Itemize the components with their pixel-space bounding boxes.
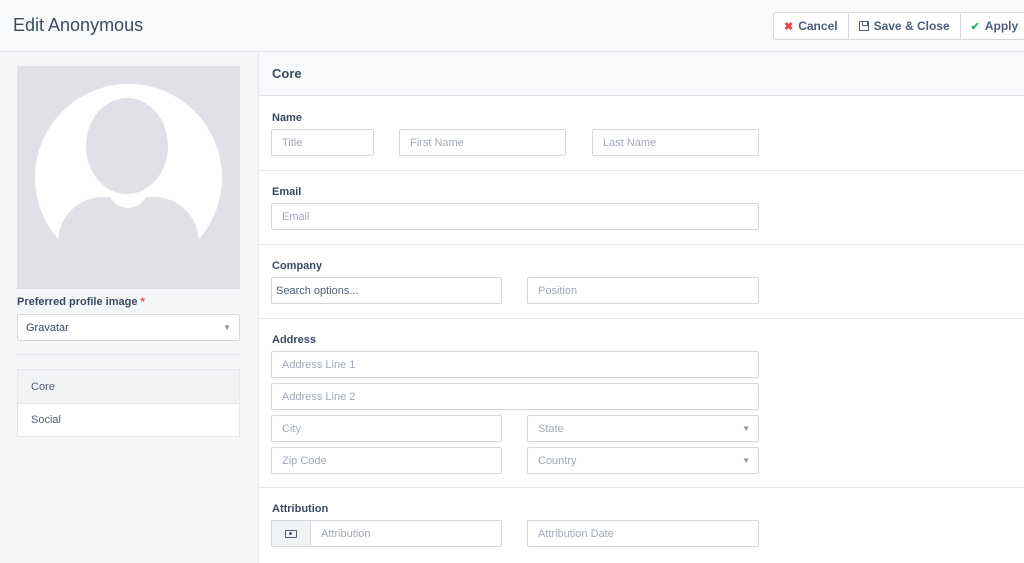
toolbar: ✖ Cancel Save & Close ✔ Apply: [773, 12, 1024, 40]
page-header: Edit Anonymous ✖ Cancel Save & Close ✔ A…: [0, 0, 1024, 52]
state-select-label: State: [538, 422, 564, 435]
name-label: Name: [272, 112, 302, 124]
address-section: Address Address Line 1 Address Line 2 Ci…: [259, 319, 1024, 488]
city-field[interactable]: City: [271, 415, 502, 442]
nav-item-social[interactable]: Social: [18, 403, 239, 436]
caret-down-icon: ▼: [223, 323, 231, 332]
left-panel: Preferred profile image * Gravatar ▼ Cor…: [17, 66, 240, 437]
email-field[interactable]: Email: [271, 203, 759, 230]
position-field[interactable]: Position: [527, 277, 759, 304]
title-field[interactable]: Title: [271, 129, 374, 156]
save-close-label: Save & Close: [873, 19, 950, 33]
attribution-addon: [271, 520, 311, 547]
cancel-button[interactable]: ✖ Cancel: [774, 13, 849, 39]
attribution-date-field[interactable]: Attribution Date: [527, 520, 759, 547]
attribution-label: Attribution: [272, 503, 329, 515]
save-icon: [858, 21, 869, 31]
preferred-image-select[interactable]: Gravatar ▼: [17, 314, 240, 341]
divider: [17, 354, 240, 355]
caret-down-icon: ▼: [742, 424, 750, 433]
nav-item-core[interactable]: Core: [18, 370, 239, 403]
main-panel: Core Name Title First Name Last Name Ema…: [258, 52, 1024, 563]
email-label: Email: [272, 186, 302, 198]
zip-field[interactable]: Zip Code: [271, 447, 502, 474]
company-label: Company: [272, 260, 323, 272]
last-name-field[interactable]: Last Name: [592, 129, 759, 156]
address-line2-field[interactable]: Address Line 2: [271, 383, 759, 410]
avatar: [17, 66, 240, 289]
address-label: Address: [272, 334, 317, 346]
avatar-placeholder-icon: [35, 84, 222, 271]
apply-button[interactable]: ✔ Apply: [961, 13, 1024, 39]
email-section: Email Email: [259, 171, 1024, 245]
company-search-input[interactable]: Search options...: [271, 277, 502, 304]
save-close-button[interactable]: Save & Close: [849, 13, 961, 39]
money-icon: [285, 529, 297, 538]
section-title: Core: [259, 52, 1024, 96]
page-title: Edit Anonymous: [13, 15, 144, 35]
address-line1-field[interactable]: Address Line 1: [271, 351, 759, 378]
cancel-label: Cancel: [798, 19, 838, 33]
first-name-field[interactable]: First Name: [399, 129, 566, 156]
country-select[interactable]: Country ▼: [527, 447, 759, 474]
state-select[interactable]: State ▼: [527, 415, 759, 442]
name-section: Name Title First Name Last Name: [259, 97, 1024, 171]
apply-label: Apply: [984, 19, 1019, 33]
country-select-label: Country: [538, 454, 577, 467]
preferred-image-value: Gravatar: [26, 321, 69, 334]
preferred-image-label: Preferred profile image *: [17, 296, 240, 308]
times-icon: ✖: [784, 20, 794, 33]
attribution-field[interactable]: Attribution: [310, 520, 502, 547]
check-icon: ✔: [970, 20, 980, 33]
company-section: Company Search options... Position: [259, 245, 1024, 319]
caret-down-icon: ▼: [742, 456, 750, 465]
preferred-image-label-text: Preferred profile image: [17, 296, 138, 308]
required-marker: *: [140, 296, 145, 308]
attribution-section: Attribution Attribution Attribution Date: [259, 488, 1024, 563]
section-nav: Core Social: [17, 369, 240, 437]
